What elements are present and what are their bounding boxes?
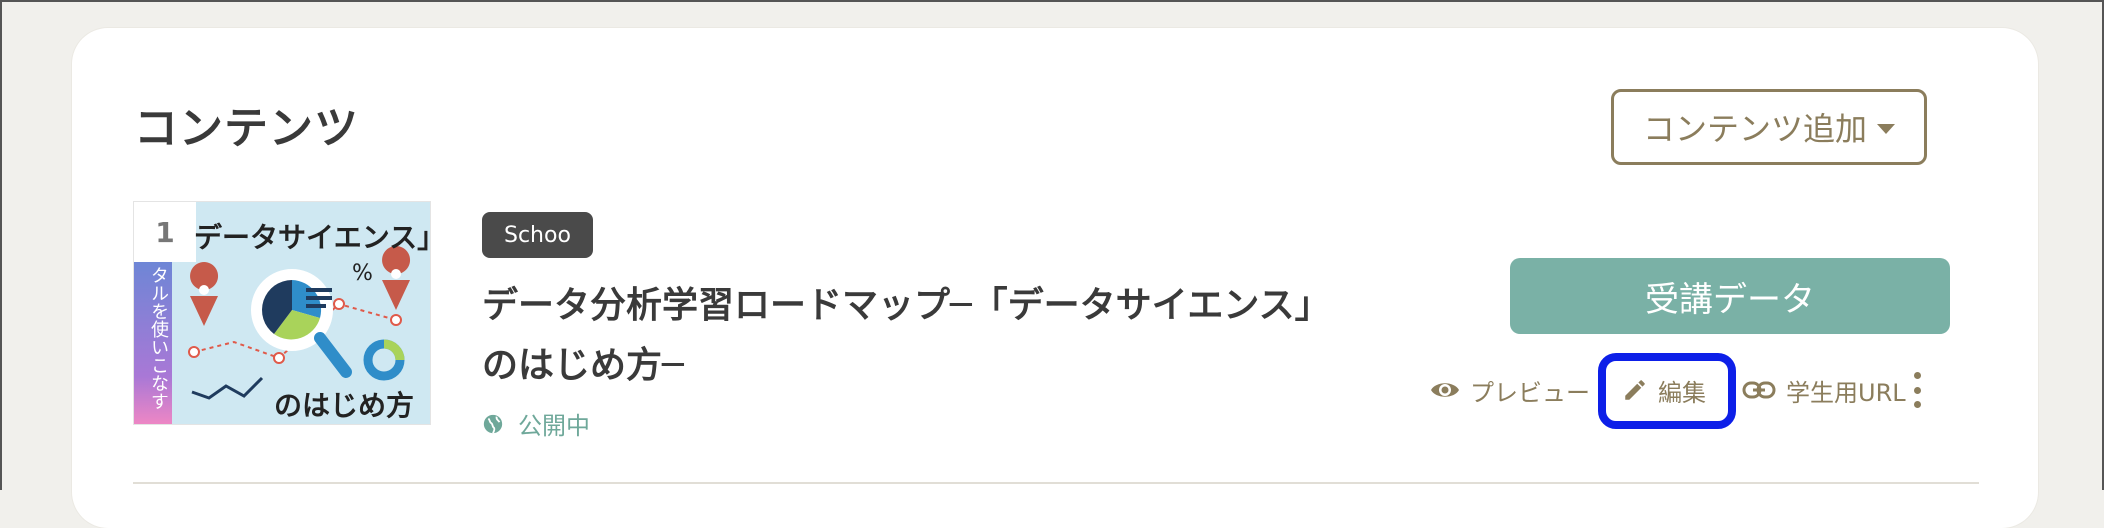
add-content-label: コンテンツ追加 xyxy=(1642,110,1867,148)
content-thumbnail[interactable]: % タルを使いこなす 1 データサイエンス」 のはじめ方 xyxy=(133,201,431,425)
content-title-line-1: データ分析学習ロードマップ─「データサイエンス」 xyxy=(482,285,1331,326)
add-content-button[interactable]: コンテンツ追加 xyxy=(1611,89,1927,165)
edit-label: 編集 xyxy=(1658,378,1706,407)
content-title-line-2: のはじめ方─ xyxy=(482,345,684,386)
student-url-label: 学生用URL xyxy=(1786,378,1906,407)
svg-text:%: % xyxy=(352,261,373,286)
edit-button[interactable]: 編集 xyxy=(1622,370,1706,410)
item-divider xyxy=(133,482,1979,484)
content-number: 1 xyxy=(134,202,196,262)
link-icon xyxy=(1742,381,1776,399)
caret-down-icon xyxy=(1877,124,1895,134)
window-frame-top xyxy=(0,0,2104,2)
eye-icon xyxy=(1431,383,1459,397)
thumbnail-side-text: タルを使いこなす xyxy=(148,266,169,410)
publish-status: 公開中 xyxy=(482,406,590,441)
section-title: コンテンツ xyxy=(134,103,359,154)
more-options-icon[interactable] xyxy=(1912,372,1922,408)
student-url-button[interactable]: 学生用URL xyxy=(1742,370,1906,410)
thumbnail-bottom-text: のはじめ方 xyxy=(274,389,415,422)
thumbnail-top-text: データサイエンス」 xyxy=(194,221,431,254)
pencil-icon xyxy=(1625,380,1645,400)
window-frame-left xyxy=(0,0,2,490)
preview-button[interactable]: プレビュー xyxy=(1430,370,1590,410)
content-title[interactable]: データ分析学習ロードマップ─「データサイエンス」 のはじめ方─ xyxy=(482,276,1362,396)
provider-badge: Schoo xyxy=(482,212,593,258)
preview-label: プレビュー xyxy=(1470,378,1590,407)
publish-status-label: 公開中 xyxy=(518,412,590,440)
attendance-data-button[interactable]: 受講データ xyxy=(1510,258,1950,334)
globe-icon xyxy=(483,414,503,434)
